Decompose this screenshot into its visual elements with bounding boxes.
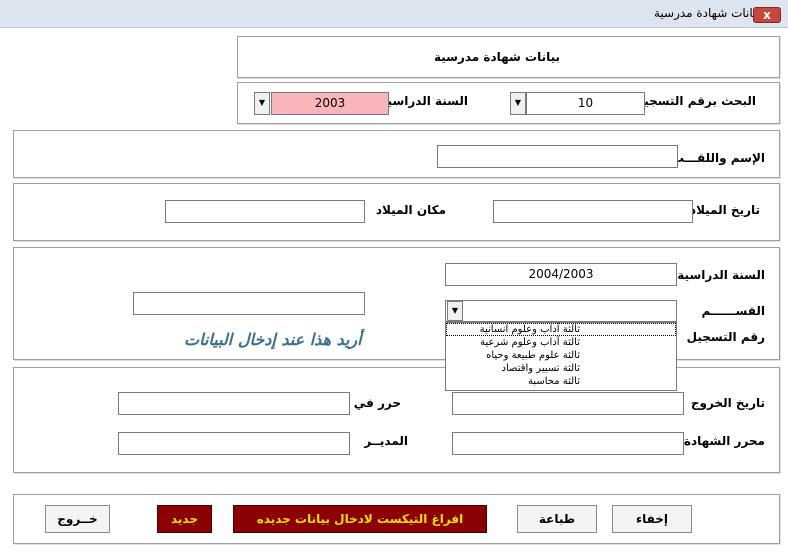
writer-label: محرر الشهادة bbox=[683, 434, 765, 448]
section-option[interactable]: ثالثة آداب وعلوم انسانية bbox=[446, 323, 676, 336]
print-button[interactable]: طباعة bbox=[517, 505, 597, 533]
school-year-label: السنة الدراسية bbox=[677, 268, 765, 282]
written-in-label: حرر في bbox=[353, 396, 401, 410]
section-label: القســــــم bbox=[701, 304, 766, 318]
exit-button[interactable]: خــروج bbox=[45, 505, 110, 533]
search-year-input[interactable]: 2003 bbox=[271, 92, 389, 115]
page-title: بيانات شهادة مدرسية bbox=[433, 50, 560, 64]
new-button[interactable]: جديد bbox=[157, 505, 212, 533]
director-label: المديــر bbox=[364, 434, 408, 448]
school-reg-label: رقم التسجيل bbox=[686, 330, 765, 344]
birthdate-input[interactable] bbox=[493, 200, 693, 223]
instruction-note: أريد هذا عند إدخال البيانات bbox=[184, 330, 362, 349]
school-reg-input[interactable] bbox=[133, 292, 365, 315]
birthplace-input[interactable] bbox=[165, 200, 365, 223]
name-label: الإسم واللقـــب bbox=[671, 151, 765, 165]
search-year-label: السنة الدراسية bbox=[380, 94, 468, 108]
window-title: بيانات شهادة مدرسية bbox=[653, 6, 760, 20]
clear-fields-button[interactable]: افراغ التيكست لادخال بيانات جديده bbox=[233, 505, 487, 533]
search-reg-label: البحث برقم التسجيل bbox=[633, 94, 756, 108]
section-option[interactable]: ثالثة محاسبة bbox=[446, 375, 676, 388]
search-year-dropdown-button[interactable]: ▼ bbox=[254, 92, 270, 115]
search-reg-dropdown-button[interactable]: ▼ bbox=[510, 92, 526, 115]
section-option[interactable]: ثالثة آداب وعلوم شرعية bbox=[446, 336, 676, 349]
search-reg-input[interactable]: 10 bbox=[526, 92, 645, 115]
section-dropdown-button[interactable]: ▼ bbox=[447, 301, 463, 321]
writer-input[interactable] bbox=[452, 432, 684, 455]
hide-button[interactable]: إخفاء bbox=[612, 505, 692, 533]
birthdate-label: تاريخ الميلاد bbox=[689, 203, 760, 217]
birthplace-label: مكان الميلاد bbox=[375, 203, 446, 217]
name-input[interactable] bbox=[437, 145, 678, 168]
exit-date-input[interactable] bbox=[452, 392, 684, 415]
written-in-input[interactable] bbox=[118, 392, 350, 415]
section-option[interactable]: ثالثة علوم طبيعة وحياه bbox=[446, 349, 676, 362]
section-dropdown-list: ثالثة آداب وعلوم انسانية ثالثة آداب وعلو… bbox=[445, 322, 677, 391]
section-option[interactable]: ثالثة تسيير واقتصاد bbox=[446, 362, 676, 375]
school-year-input[interactable]: 2004/2003 bbox=[445, 263, 677, 286]
exit-date-label: تاريخ الخروج bbox=[690, 396, 765, 410]
section-select[interactable] bbox=[445, 300, 677, 322]
close-button[interactable]: x bbox=[753, 7, 781, 23]
director-input[interactable] bbox=[118, 432, 350, 455]
